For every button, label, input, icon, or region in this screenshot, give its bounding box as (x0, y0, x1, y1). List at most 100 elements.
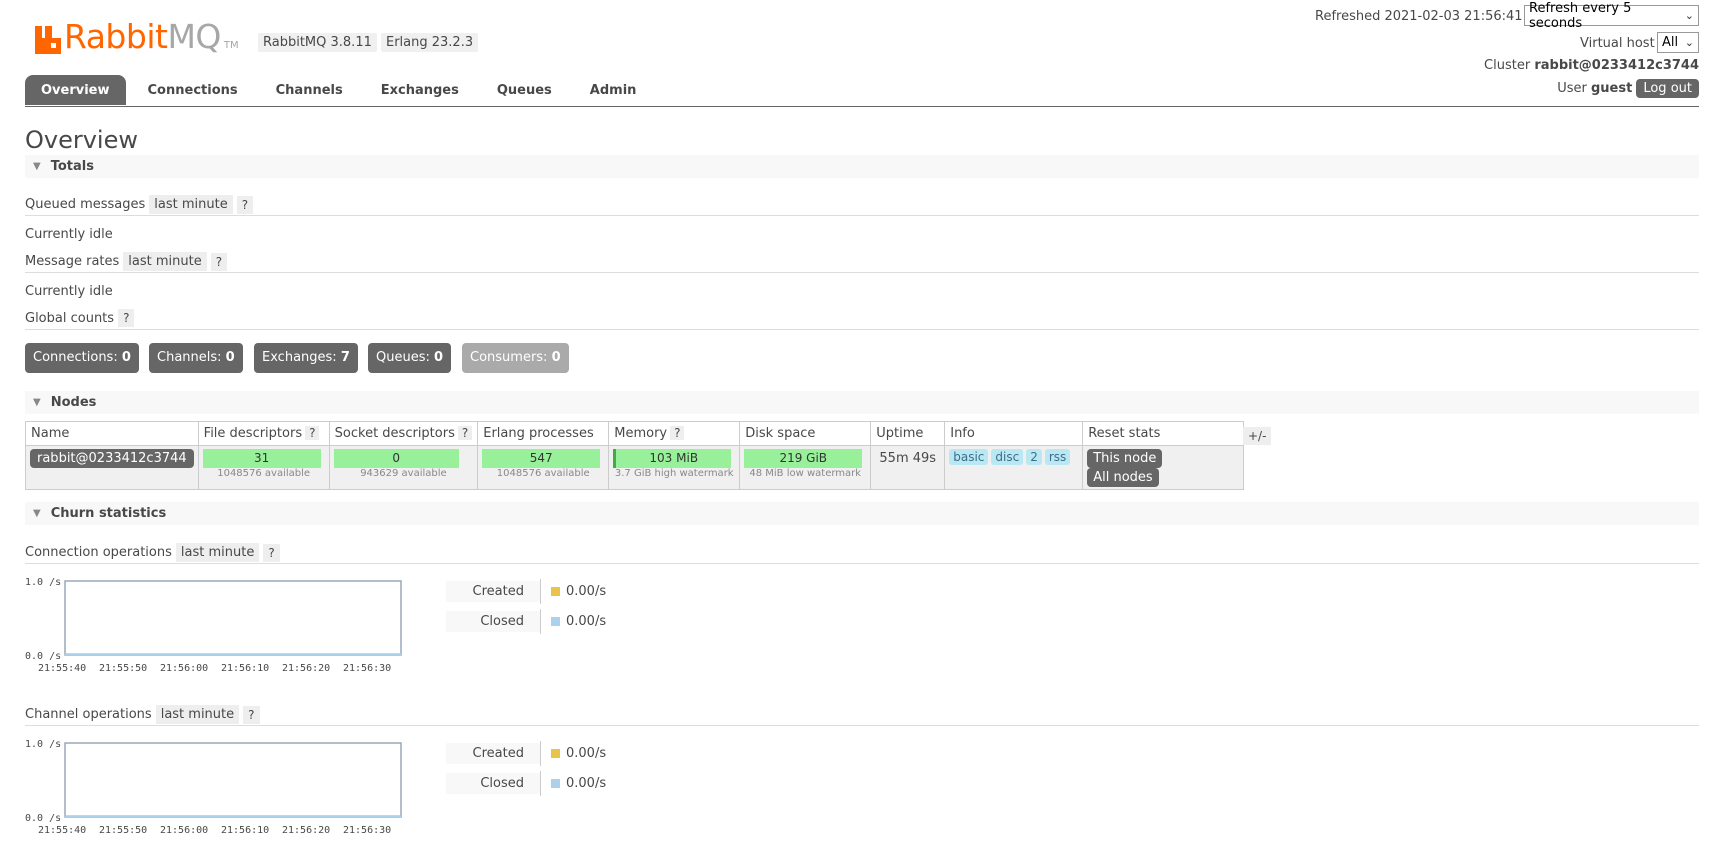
tab-admin[interactable]: Admin (574, 75, 653, 105)
queued-messages-row: Queued messages last minute ? (25, 195, 254, 214)
channels-count-button[interactable]: Channels: 0 (149, 343, 243, 373)
help-button[interactable]: ? (263, 543, 280, 562)
tab-connections[interactable]: Connections (132, 75, 254, 105)
file-descriptors-available: 1048576 available (217, 468, 311, 479)
help-button[interactable]: ? (210, 252, 228, 271)
churn-title: Churn statistics (50, 506, 167, 521)
message-rates-label: Message rates (25, 254, 120, 269)
consumers-count-button[interactable]: Consumers: 0 (462, 343, 569, 373)
nodes-section-toggle[interactable]: ▼ Nodes (25, 391, 1699, 414)
reset-this-node-button[interactable]: This node (1087, 449, 1163, 468)
col-socket-descriptors: Socket descriptors? (328, 421, 479, 446)
connection-range-selector[interactable]: last minute (175, 543, 260, 562)
tab-queues[interactable]: Queues (481, 75, 568, 105)
nodes-table: Name File descriptors? Socket descriptor… (25, 421, 1245, 490)
created-swatch (551, 587, 560, 596)
toggle-columns-button[interactable]: +/- (1243, 427, 1272, 445)
x-tick-label: 21:55:40 (38, 663, 86, 674)
exchanges-count-button[interactable]: Exchanges: 7 (254, 343, 358, 373)
legend-separator (540, 609, 541, 634)
queued-range-selector[interactable]: last minute (149, 195, 233, 214)
legend-separator (540, 741, 541, 766)
legend-closed: Closed 0.00/s (446, 609, 606, 634)
connection-operations-row: Connection operations last minute ? (25, 543, 280, 562)
cluster-info: Cluster rabbit@0233412c3744 (1484, 58, 1699, 73)
help-button[interactable]: ? (670, 426, 685, 440)
tab-underline (25, 106, 1699, 107)
divider (25, 563, 1699, 564)
file-descriptors-gauge: 31 (202, 449, 321, 468)
churn-section-toggle[interactable]: ▼ Churn statistics (25, 502, 1699, 525)
info-pill-count: 2 (1026, 449, 1042, 465)
refresh-interval-value: Refresh every 5 seconds (1529, 0, 1632, 31)
reset-all-nodes-button[interactable]: All nodes (1087, 468, 1159, 487)
reset-stats-cell: This nodeAll nodes (1082, 445, 1244, 490)
x-tick-label: 21:56:30 (343, 825, 391, 836)
tab-overview[interactable]: Overview (25, 75, 126, 105)
global-counts-label: Global counts (25, 310, 115, 326)
help-button[interactable]: ? (236, 195, 254, 214)
virtual-host-select[interactable]: All ⌄ (1657, 32, 1699, 53)
chevron-down-icon: ⌄ (1684, 36, 1694, 49)
divider (25, 725, 1699, 726)
erlang-version: Erlang 23.2.3 (381, 33, 479, 52)
disk-space-cell: 219 GiB 48 MiB low watermark (739, 445, 871, 490)
refreshed-timestamp: Refreshed 2021-02-03 21:56:41 (1315, 9, 1523, 24)
totals-section-toggle[interactable]: ▼ Totals (25, 155, 1699, 178)
y-tick-label: 0.0 /s (25, 813, 61, 824)
refresh-interval-select[interactable]: Refresh every 5 seconds ⌄ (1524, 1, 1699, 31)
table-row: rabbit@0233412c3744 31 1048576 available… (25, 445, 1244, 490)
x-tick-label: 21:56:10 (221, 825, 269, 836)
connection-operations-chart: 1.0 /s 0.0 /s21:55:40 21:55:50 21:56:00 21:5… (25, 577, 402, 674)
main-tabs: Overview Connections Channels Exchanges … (25, 75, 658, 105)
page-title: Overview (25, 126, 138, 154)
col-name: Name (25, 421, 199, 446)
help-button[interactable]: ? (457, 426, 473, 440)
collapse-triangle-icon: ▼ (33, 508, 41, 519)
created-swatch (551, 749, 560, 758)
col-uptime: Uptime (870, 421, 946, 446)
closed-swatch (551, 779, 560, 788)
erlang-processes-gauge: 547 (482, 449, 601, 468)
legend-created: Created 0.00/s (446, 579, 606, 604)
memory-watermark: 3.7 GiB high watermark (614, 468, 734, 479)
socket-descriptors-cell: 0 943629 available (328, 445, 478, 490)
x-tick-label: 21:56:30 (343, 663, 391, 674)
info-pill-disc: disc (991, 449, 1024, 465)
socket-descriptors-gauge: 0 (333, 449, 459, 468)
col-info: Info (944, 421, 1084, 446)
chevron-down-icon: ⌄ (1684, 9, 1694, 22)
uptime-cell: 55m 49s (870, 445, 945, 490)
rates-status: Currently idle (25, 284, 113, 299)
node-name-link[interactable]: rabbit@0233412c3744 (30, 449, 194, 468)
channel-operations-row: Channel operations last minute ? (25, 705, 260, 724)
col-memory: Memory? (608, 421, 741, 446)
help-button[interactable]: ? (305, 426, 320, 440)
help-button[interactable]: ? (243, 705, 260, 724)
virtual-host-value: All (1662, 35, 1679, 50)
legend-label: Closed (446, 773, 540, 794)
tab-channels[interactable]: Channels (260, 75, 359, 105)
queued-messages-label: Queued messages (25, 197, 146, 212)
virtual-host-label: Virtual host (1580, 36, 1655, 51)
tab-exchanges[interactable]: Exchanges (365, 75, 475, 105)
node-name-cell: rabbit@0233412c3744 (25, 445, 199, 490)
info-pill-rss: rss (1044, 449, 1071, 465)
logout-button[interactable]: Log out (1636, 79, 1699, 98)
rates-range-selector[interactable]: last minute (123, 252, 207, 271)
rabbitmq-logo-icon (35, 26, 61, 54)
legend-separator (540, 771, 541, 796)
connections-count-button[interactable]: Connections: 0 (25, 343, 139, 373)
rabbitmq-logo[interactable]: RabbitMQ TM (35, 14, 239, 54)
x-tick-label: 21:56:00 (160, 663, 208, 674)
divider (25, 272, 1699, 273)
legend-label: Closed (446, 611, 540, 632)
help-button[interactable]: ? (118, 309, 135, 327)
cluster-label: Cluster (1484, 58, 1531, 73)
divider (25, 215, 1699, 216)
message-rates-row: Message rates last minute ? (25, 252, 228, 271)
logo-trademark: TM (223, 40, 239, 51)
x-tick-label: 21:56:10 (221, 663, 269, 674)
queues-count-button[interactable]: Queues: 0 (368, 343, 452, 373)
channel-range-selector[interactable]: last minute (155, 705, 240, 724)
